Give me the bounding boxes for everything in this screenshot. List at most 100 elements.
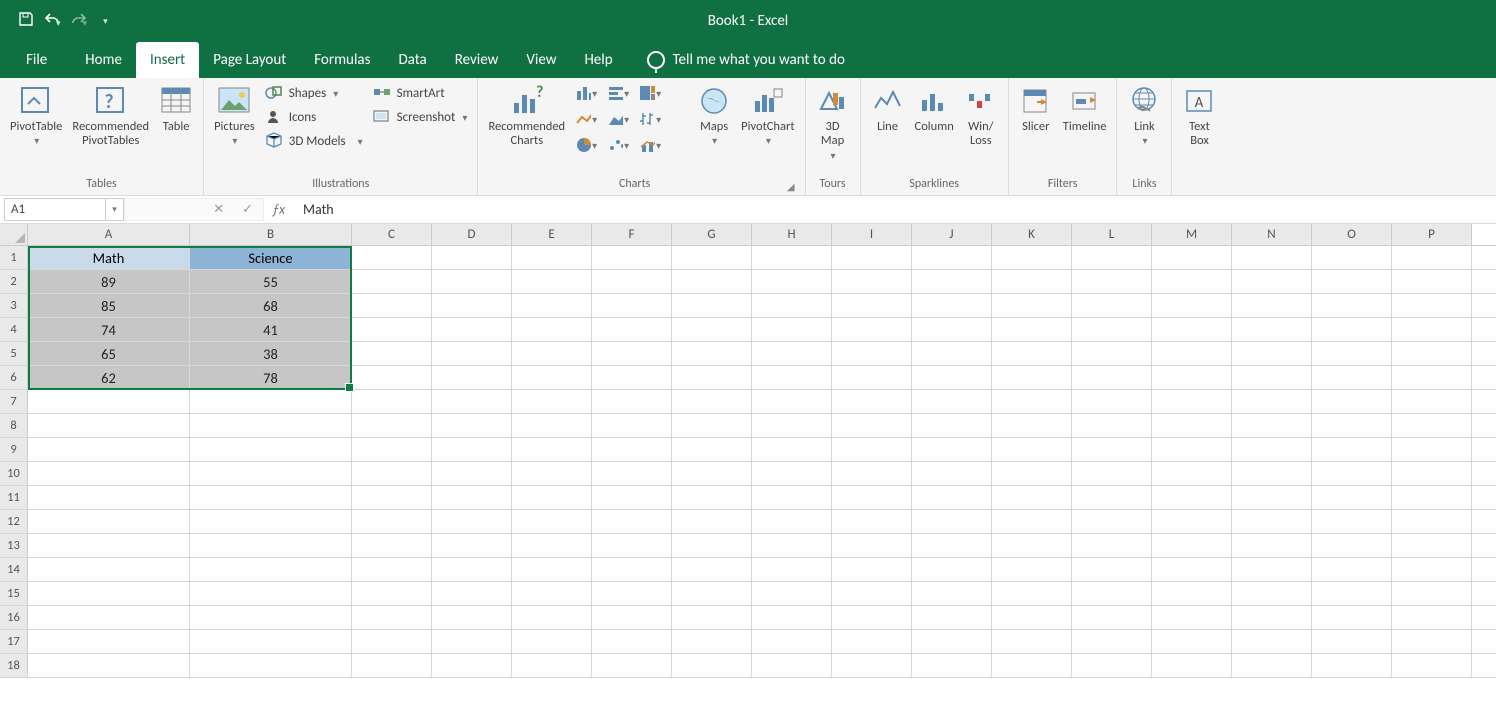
col-header-J[interactable]: J xyxy=(912,224,992,245)
cell[interactable] xyxy=(992,270,1072,293)
3d-models-button[interactable]: 3D Models▾ xyxy=(265,132,363,150)
row-header[interactable]: 1 xyxy=(0,246,28,269)
cell[interactable] xyxy=(672,270,752,293)
cell[interactable]: 78 xyxy=(190,366,352,389)
cell[interactable] xyxy=(512,534,592,557)
cell[interactable] xyxy=(512,342,592,365)
cell[interactable] xyxy=(992,342,1072,365)
cell[interactable] xyxy=(912,270,992,293)
col-header-L[interactable]: L xyxy=(1072,224,1152,245)
cell[interactable] xyxy=(1152,246,1232,269)
charts-dialog-launcher-icon[interactable]: ◢ xyxy=(787,180,795,193)
cell[interactable] xyxy=(672,582,752,605)
cell[interactable] xyxy=(1232,318,1312,341)
cell[interactable] xyxy=(1232,558,1312,581)
cell[interactable] xyxy=(1072,582,1152,605)
cell[interactable] xyxy=(190,582,352,605)
cell[interactable] xyxy=(512,366,592,389)
cell[interactable] xyxy=(1072,558,1152,581)
cell[interactable] xyxy=(28,462,190,485)
cell[interactable] xyxy=(190,606,352,629)
cell[interactable] xyxy=(1312,270,1392,293)
cell[interactable] xyxy=(512,486,592,509)
sparkline-line-button[interactable]: Line xyxy=(871,84,905,134)
cell[interactable] xyxy=(1312,510,1392,533)
cell[interactable] xyxy=(28,630,190,653)
worksheet-grid[interactable]: A B C D E F G H I J K L M N O P 1MathSci… xyxy=(0,224,1496,678)
cell[interactable]: 89 xyxy=(28,270,190,293)
cell[interactable] xyxy=(672,318,752,341)
cell[interactable] xyxy=(672,486,752,509)
cell[interactable] xyxy=(1232,366,1312,389)
cell[interactable] xyxy=(1152,270,1232,293)
cell[interactable] xyxy=(1232,654,1312,677)
cell[interactable] xyxy=(912,462,992,485)
cell[interactable] xyxy=(432,366,512,389)
cell[interactable] xyxy=(832,246,912,269)
cell[interactable]: Math xyxy=(28,246,190,269)
cell[interactable] xyxy=(1312,366,1392,389)
cell[interactable] xyxy=(592,534,672,557)
cell[interactable] xyxy=(1392,270,1472,293)
col-header-E[interactable]: E xyxy=(512,224,592,245)
cell[interactable] xyxy=(1152,414,1232,437)
cell[interactable] xyxy=(832,558,912,581)
cell[interactable] xyxy=(592,486,672,509)
cell[interactable] xyxy=(752,342,832,365)
cell[interactable] xyxy=(832,270,912,293)
cell[interactable] xyxy=(432,606,512,629)
col-header-O[interactable]: O xyxy=(1312,224,1392,245)
cell[interactable] xyxy=(992,582,1072,605)
row-header[interactable]: 11 xyxy=(0,486,28,509)
cell[interactable] xyxy=(190,438,352,461)
cell[interactable] xyxy=(1392,534,1472,557)
cell[interactable] xyxy=(1312,294,1392,317)
cell[interactable] xyxy=(1312,438,1392,461)
cell[interactable] xyxy=(1232,438,1312,461)
cell[interactable] xyxy=(592,630,672,653)
cell[interactable] xyxy=(832,414,912,437)
cell[interactable] xyxy=(190,558,352,581)
cell[interactable] xyxy=(912,390,992,413)
cell[interactable] xyxy=(912,246,992,269)
tab-formulas[interactable]: Formulas xyxy=(300,42,384,78)
cell[interactable] xyxy=(512,294,592,317)
cell[interactable] xyxy=(352,606,432,629)
row-header[interactable]: 2 xyxy=(0,270,28,293)
link-button[interactable]: Link▾ xyxy=(1127,84,1161,149)
row-header[interactable]: 14 xyxy=(0,558,28,581)
cell[interactable] xyxy=(912,486,992,509)
cell[interactable] xyxy=(912,414,992,437)
cell[interactable] xyxy=(1072,318,1152,341)
save-icon[interactable] xyxy=(18,11,34,31)
cell[interactable] xyxy=(28,558,190,581)
recommended-pivottables-button[interactable]: ? Recommended PivotTables xyxy=(72,84,149,149)
cell[interactable] xyxy=(912,438,992,461)
cell[interactable] xyxy=(352,414,432,437)
tab-page-layout[interactable]: Page Layout xyxy=(199,42,300,78)
col-header-M[interactable]: M xyxy=(1152,224,1232,245)
cell[interactable] xyxy=(592,294,672,317)
cell[interactable] xyxy=(832,510,912,533)
pictures-button[interactable]: Pictures▾ xyxy=(214,84,255,149)
cell[interactable] xyxy=(1312,390,1392,413)
cell[interactable] xyxy=(432,558,512,581)
cell[interactable] xyxy=(1152,486,1232,509)
cell[interactable] xyxy=(432,438,512,461)
pivottable-button[interactable]: PivotTable▾ xyxy=(10,84,62,149)
cell[interactable] xyxy=(1232,582,1312,605)
cell[interactable] xyxy=(512,246,592,269)
cell[interactable] xyxy=(1232,510,1312,533)
cell[interactable] xyxy=(1152,294,1232,317)
tab-home[interactable]: Home xyxy=(71,42,136,78)
3d-map-button[interactable]: 3D Map▾ xyxy=(816,84,850,163)
cell[interactable] xyxy=(752,582,832,605)
cell[interactable] xyxy=(592,606,672,629)
cell[interactable] xyxy=(1312,414,1392,437)
cell[interactable] xyxy=(1312,582,1392,605)
col-header-H[interactable]: H xyxy=(752,224,832,245)
cell[interactable] xyxy=(432,414,512,437)
cell[interactable]: 41 xyxy=(190,318,352,341)
cell[interactable] xyxy=(1392,462,1472,485)
cell[interactable] xyxy=(1232,294,1312,317)
